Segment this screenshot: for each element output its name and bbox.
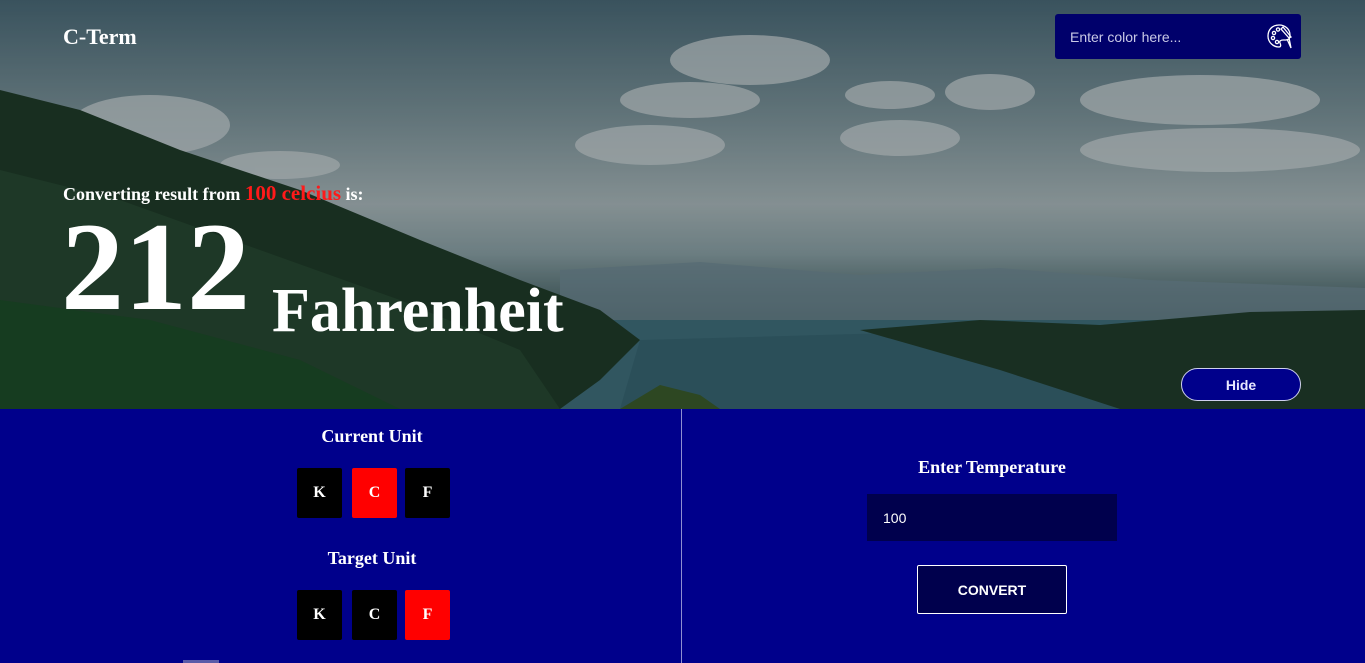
current-unit-c-button[interactable]: C	[352, 468, 397, 518]
target-unit-f-button[interactable]: F	[405, 590, 450, 640]
hero-banner: C-Term Converting result from 100 celciu…	[0, 0, 1365, 409]
app-brand[interactable]: C-Term	[63, 24, 137, 50]
color-input[interactable]	[1055, 16, 1255, 57]
color-search-box	[1055, 14, 1301, 59]
target-unit-k-button[interactable]: K	[297, 590, 342, 640]
target-unit-c-button[interactable]: C	[352, 590, 397, 640]
current-unit-k-button[interactable]: K	[297, 468, 342, 518]
source-temperature: 100 celcius	[244, 181, 342, 205]
result-caption-suffix: is:	[341, 184, 364, 204]
unit-selection-panel: Current Unit K C F Target Unit K C F	[0, 409, 681, 663]
temperature-input[interactable]	[867, 494, 1117, 541]
current-unit-title: Current Unit	[321, 426, 423, 446]
current-unit-f-button[interactable]: F	[405, 468, 450, 518]
result-value: 212	[61, 198, 250, 337]
temperature-input-panel: Enter Temperature CONVERT	[682, 409, 1365, 663]
hide-button[interactable]: Hide	[1181, 368, 1301, 401]
convert-button[interactable]: CONVERT	[917, 565, 1067, 614]
result-unit: Fahrenheit	[272, 277, 564, 345]
enter-temperature-title: Enter Temperature	[918, 457, 1066, 477]
palette-icon[interactable]	[1265, 22, 1293, 50]
target-unit-title: Target Unit	[327, 548, 417, 568]
